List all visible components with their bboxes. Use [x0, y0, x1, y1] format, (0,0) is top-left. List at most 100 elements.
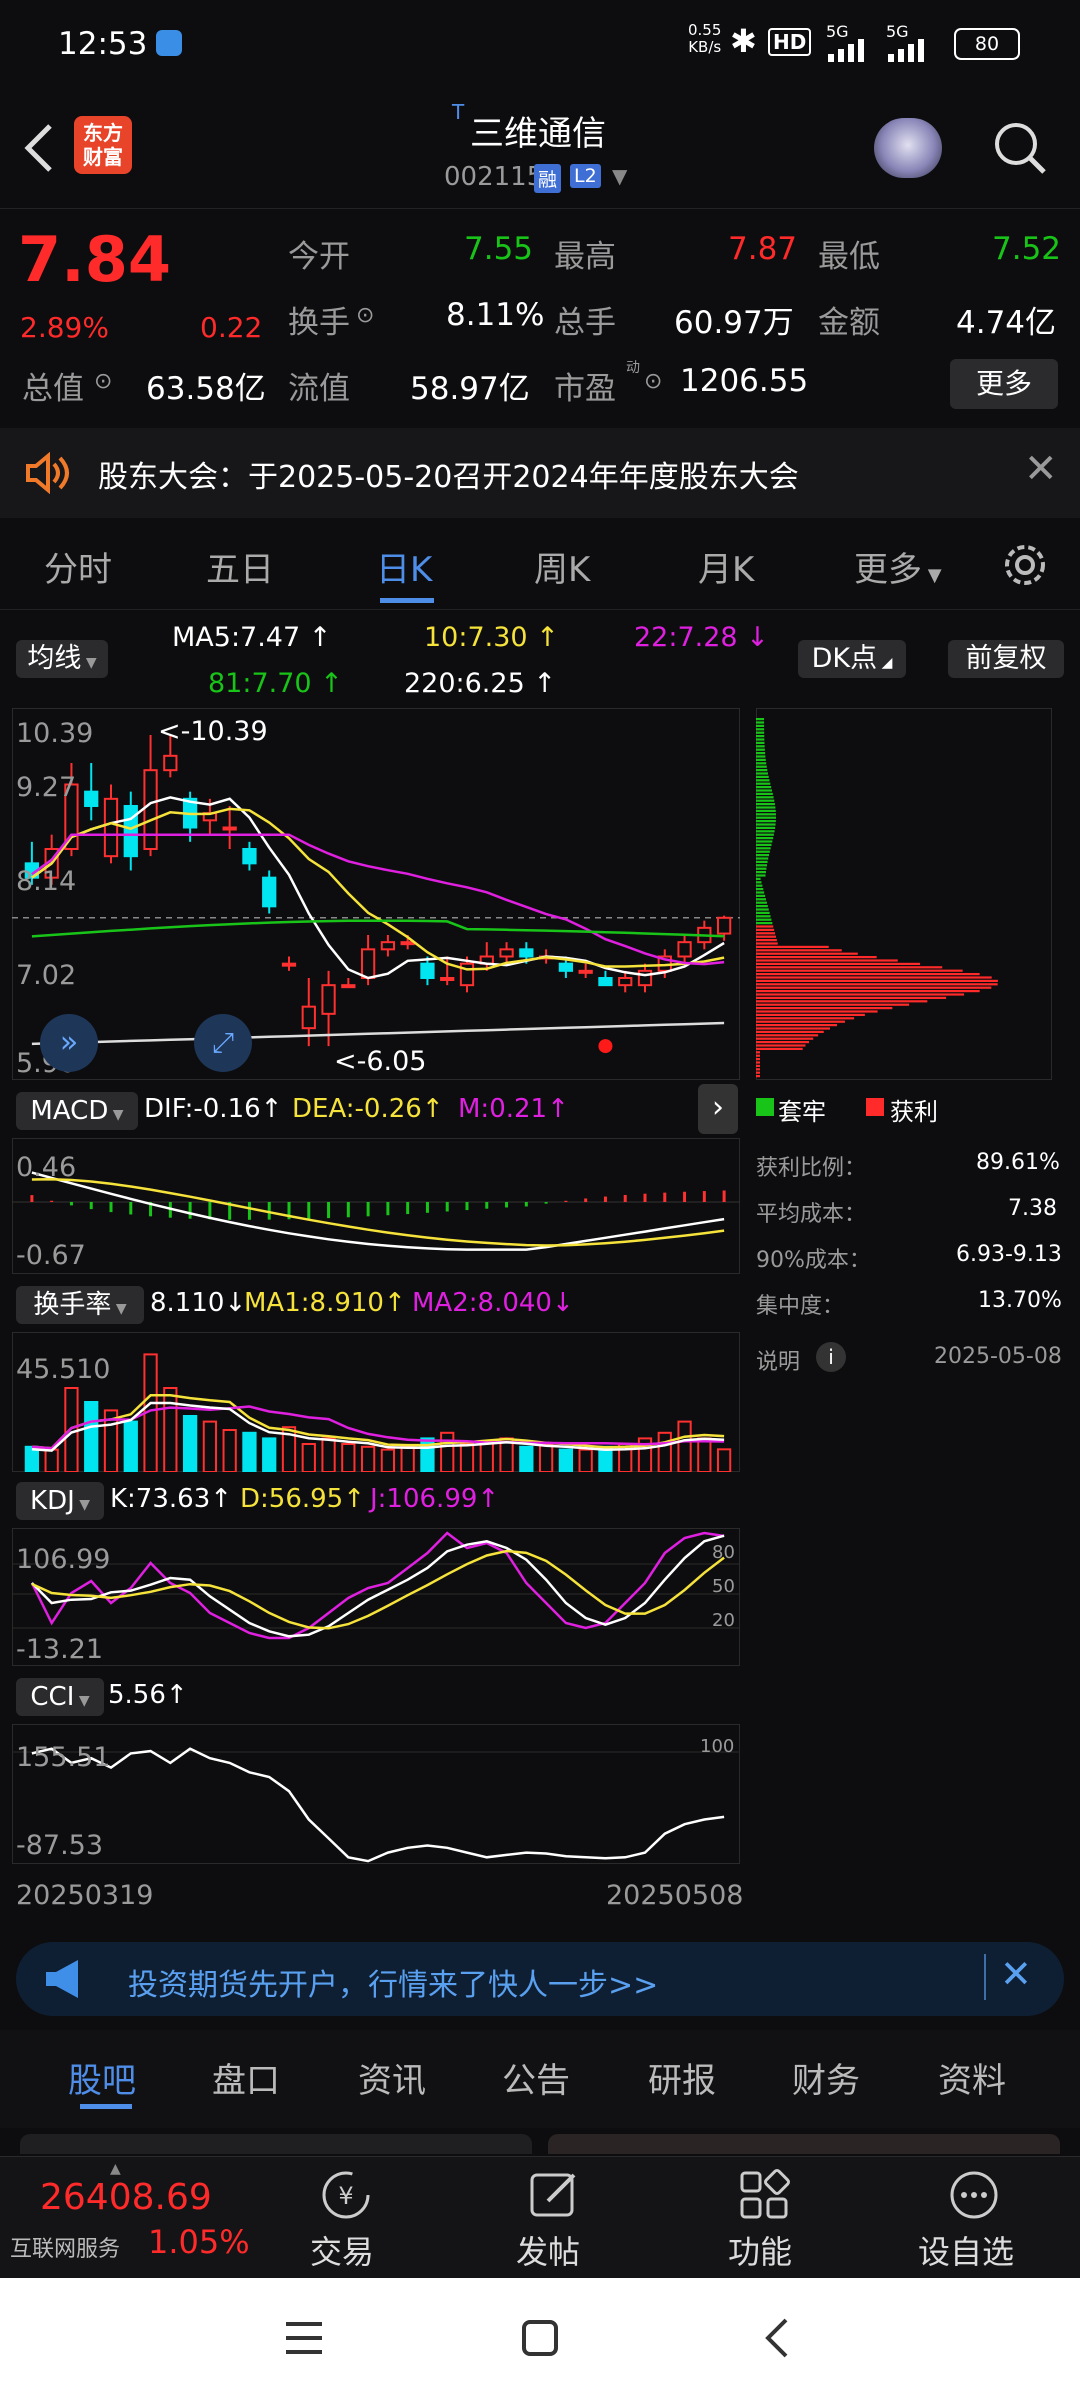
chip-bar [756, 945, 829, 948]
kdj-selector[interactable]: KDJ ▼ [16, 1482, 104, 1520]
tab-monthly-k[interactable]: 月K [698, 542, 754, 591]
active-tab-indicator [80, 2104, 132, 2109]
change-amount: 0.22 [200, 311, 263, 344]
index-value[interactable]: 26408.69 [40, 2177, 212, 2218]
notice-bar[interactable]: 股东大会：于2025-05-20召开2024年年度股东大会 ✕ [0, 428, 1080, 518]
more-dots-icon[interactable] [946, 2167, 1002, 2223]
bottom-dock: ▲ 26408.69 互联网服务 1.05% ¥ 交易 发帖 功能 设自选 [0, 2156, 1080, 2278]
adjust-button[interactable]: 前复权 [948, 640, 1064, 678]
function-grid-icon[interactable] [736, 2167, 792, 2223]
chip-bar [756, 1010, 878, 1013]
chip-bar [756, 854, 770, 857]
tab-finance[interactable]: 财务 [792, 2053, 860, 2102]
app-logo[interactable]: 东方 财富 [74, 116, 132, 174]
macd-selector[interactable]: MACD ▼ [16, 1092, 138, 1130]
tab-announcements[interactable]: 公告 [502, 2053, 570, 2102]
turnover-bar [44, 1448, 59, 1472]
trade-yen-icon[interactable]: ¥ [316, 2167, 376, 2223]
settings-gear-icon[interactable] [1000, 540, 1050, 590]
chip-bar [756, 826, 776, 829]
cci-selector[interactable]: CCI ▼ [16, 1678, 104, 1716]
cci-chart[interactable] [12, 1724, 740, 1864]
info-icon[interactable]: i [816, 1342, 846, 1372]
fullscreen-icon[interactable]: ⤢ [194, 1014, 252, 1072]
turnover-chart[interactable] [12, 1332, 740, 1472]
chip-bar [756, 748, 765, 751]
post-label[interactable]: 发帖 [516, 2227, 580, 2273]
dk-point-button[interactable]: DK点 ◢ [798, 640, 906, 678]
chip-bar [756, 850, 770, 853]
chip-bar [756, 775, 769, 778]
pe-value: 1206.55 [680, 363, 809, 399]
info-icon[interactable]: ⊙ [94, 369, 112, 394]
mcap-value: 63.58亿 [146, 371, 266, 407]
y-label-4: 7.02 [16, 960, 77, 991]
trade-label[interactable]: 交易 [310, 2227, 374, 2273]
candle-body [618, 977, 633, 987]
back-icon[interactable] [18, 120, 58, 176]
add-watchlist-label[interactable]: 设自选 [918, 2227, 1014, 2273]
chip-bar [756, 786, 772, 789]
tab-daily-k[interactable]: 日K [376, 542, 432, 591]
hd-icon: HD [768, 28, 812, 56]
chip-row-label: 平均成本： [756, 1202, 867, 1227]
chip-bar [756, 922, 773, 925]
post-edit-icon[interactable] [526, 2167, 582, 2223]
more-button[interactable]: 更多 [950, 359, 1058, 409]
function-label[interactable]: 功能 [728, 2227, 792, 2273]
info-icon[interactable]: ⊙ [356, 303, 374, 328]
loss-legend-label: 套牢 [778, 1098, 826, 1126]
chip-bar [756, 731, 765, 734]
menu-icon[interactable] [282, 2316, 326, 2360]
float-value: 58.97亿 [410, 371, 530, 407]
tab-intraday[interactable]: 分时 [44, 542, 112, 591]
status-bar: 12:53 0.55 KB/s ✱ HD 5G 5G 80 [0, 0, 1080, 92]
search-icon[interactable] [990, 118, 1050, 178]
tab-research[interactable]: 研报 [648, 2053, 716, 2102]
stock-code: 002115 [444, 162, 544, 192]
loss-legend-swatch [756, 1098, 774, 1116]
tab-news[interactable]: 资讯 [358, 2053, 426, 2102]
chip-bar [756, 799, 775, 802]
chip-bar [756, 765, 767, 768]
chip-bar [756, 1037, 814, 1040]
chip-bar [756, 721, 765, 724]
chip-bar [756, 905, 768, 908]
tab-forum[interactable]: 股吧 [68, 2053, 136, 2102]
ma-selector[interactable]: 均线 ▼ [16, 640, 108, 678]
info-icon[interactable]: ⊙ [644, 369, 662, 394]
chip-row-label: 集中度： [756, 1294, 845, 1319]
robot-assistant-icon[interactable] [874, 118, 942, 178]
chevron-down-icon[interactable]: ▼ [612, 164, 627, 188]
ad-banner[interactable]: 投资期货先开户，行情来了快人一步>> ✕ [16, 1942, 1064, 2016]
kdj-chart[interactable] [12, 1528, 740, 1666]
candle-body [84, 790, 99, 807]
open-label: 今开 [288, 239, 350, 275]
ma22-label: 22:7.28 ↓ [634, 622, 769, 653]
speaker-icon [26, 452, 69, 494]
index-pct: 1.05% [148, 2223, 250, 2261]
kline-chart[interactable] [12, 708, 740, 1080]
close-icon[interactable]: ✕ [1000, 1952, 1032, 1996]
chip-bar [756, 837, 774, 840]
expand-left-icon[interactable]: » [40, 1014, 98, 1072]
tab-weekly-k[interactable]: 周K [534, 542, 590, 591]
low-value: 7.52 [992, 231, 1062, 267]
chevron-right-icon[interactable]: › [698, 1084, 738, 1134]
turnover-bar [716, 1448, 732, 1472]
change-pct: 2.89% [20, 311, 109, 344]
tab-five-day[interactable]: 五日 [206, 542, 274, 591]
turnover-bar [321, 1437, 336, 1472]
chip-bar [756, 1020, 845, 1023]
chip-bar [756, 782, 771, 785]
close-icon[interactable]: ✕ [1024, 446, 1058, 492]
y-label-3: 8.14 [16, 866, 77, 897]
tab-orderbook[interactable]: 盘口 [212, 2053, 280, 2102]
chip-row-label: 获利比例： [756, 1156, 867, 1181]
macd-chart[interactable] [12, 1138, 740, 1274]
back-nav-icon[interactable] [756, 2316, 800, 2360]
turnover-selector[interactable]: 换手率 ▼ [16, 1286, 144, 1324]
home-icon[interactable] [518, 2316, 562, 2360]
tab-more[interactable]: 更多 ▼ [854, 542, 942, 591]
tab-profile[interactable]: 资料 [938, 2053, 1006, 2102]
